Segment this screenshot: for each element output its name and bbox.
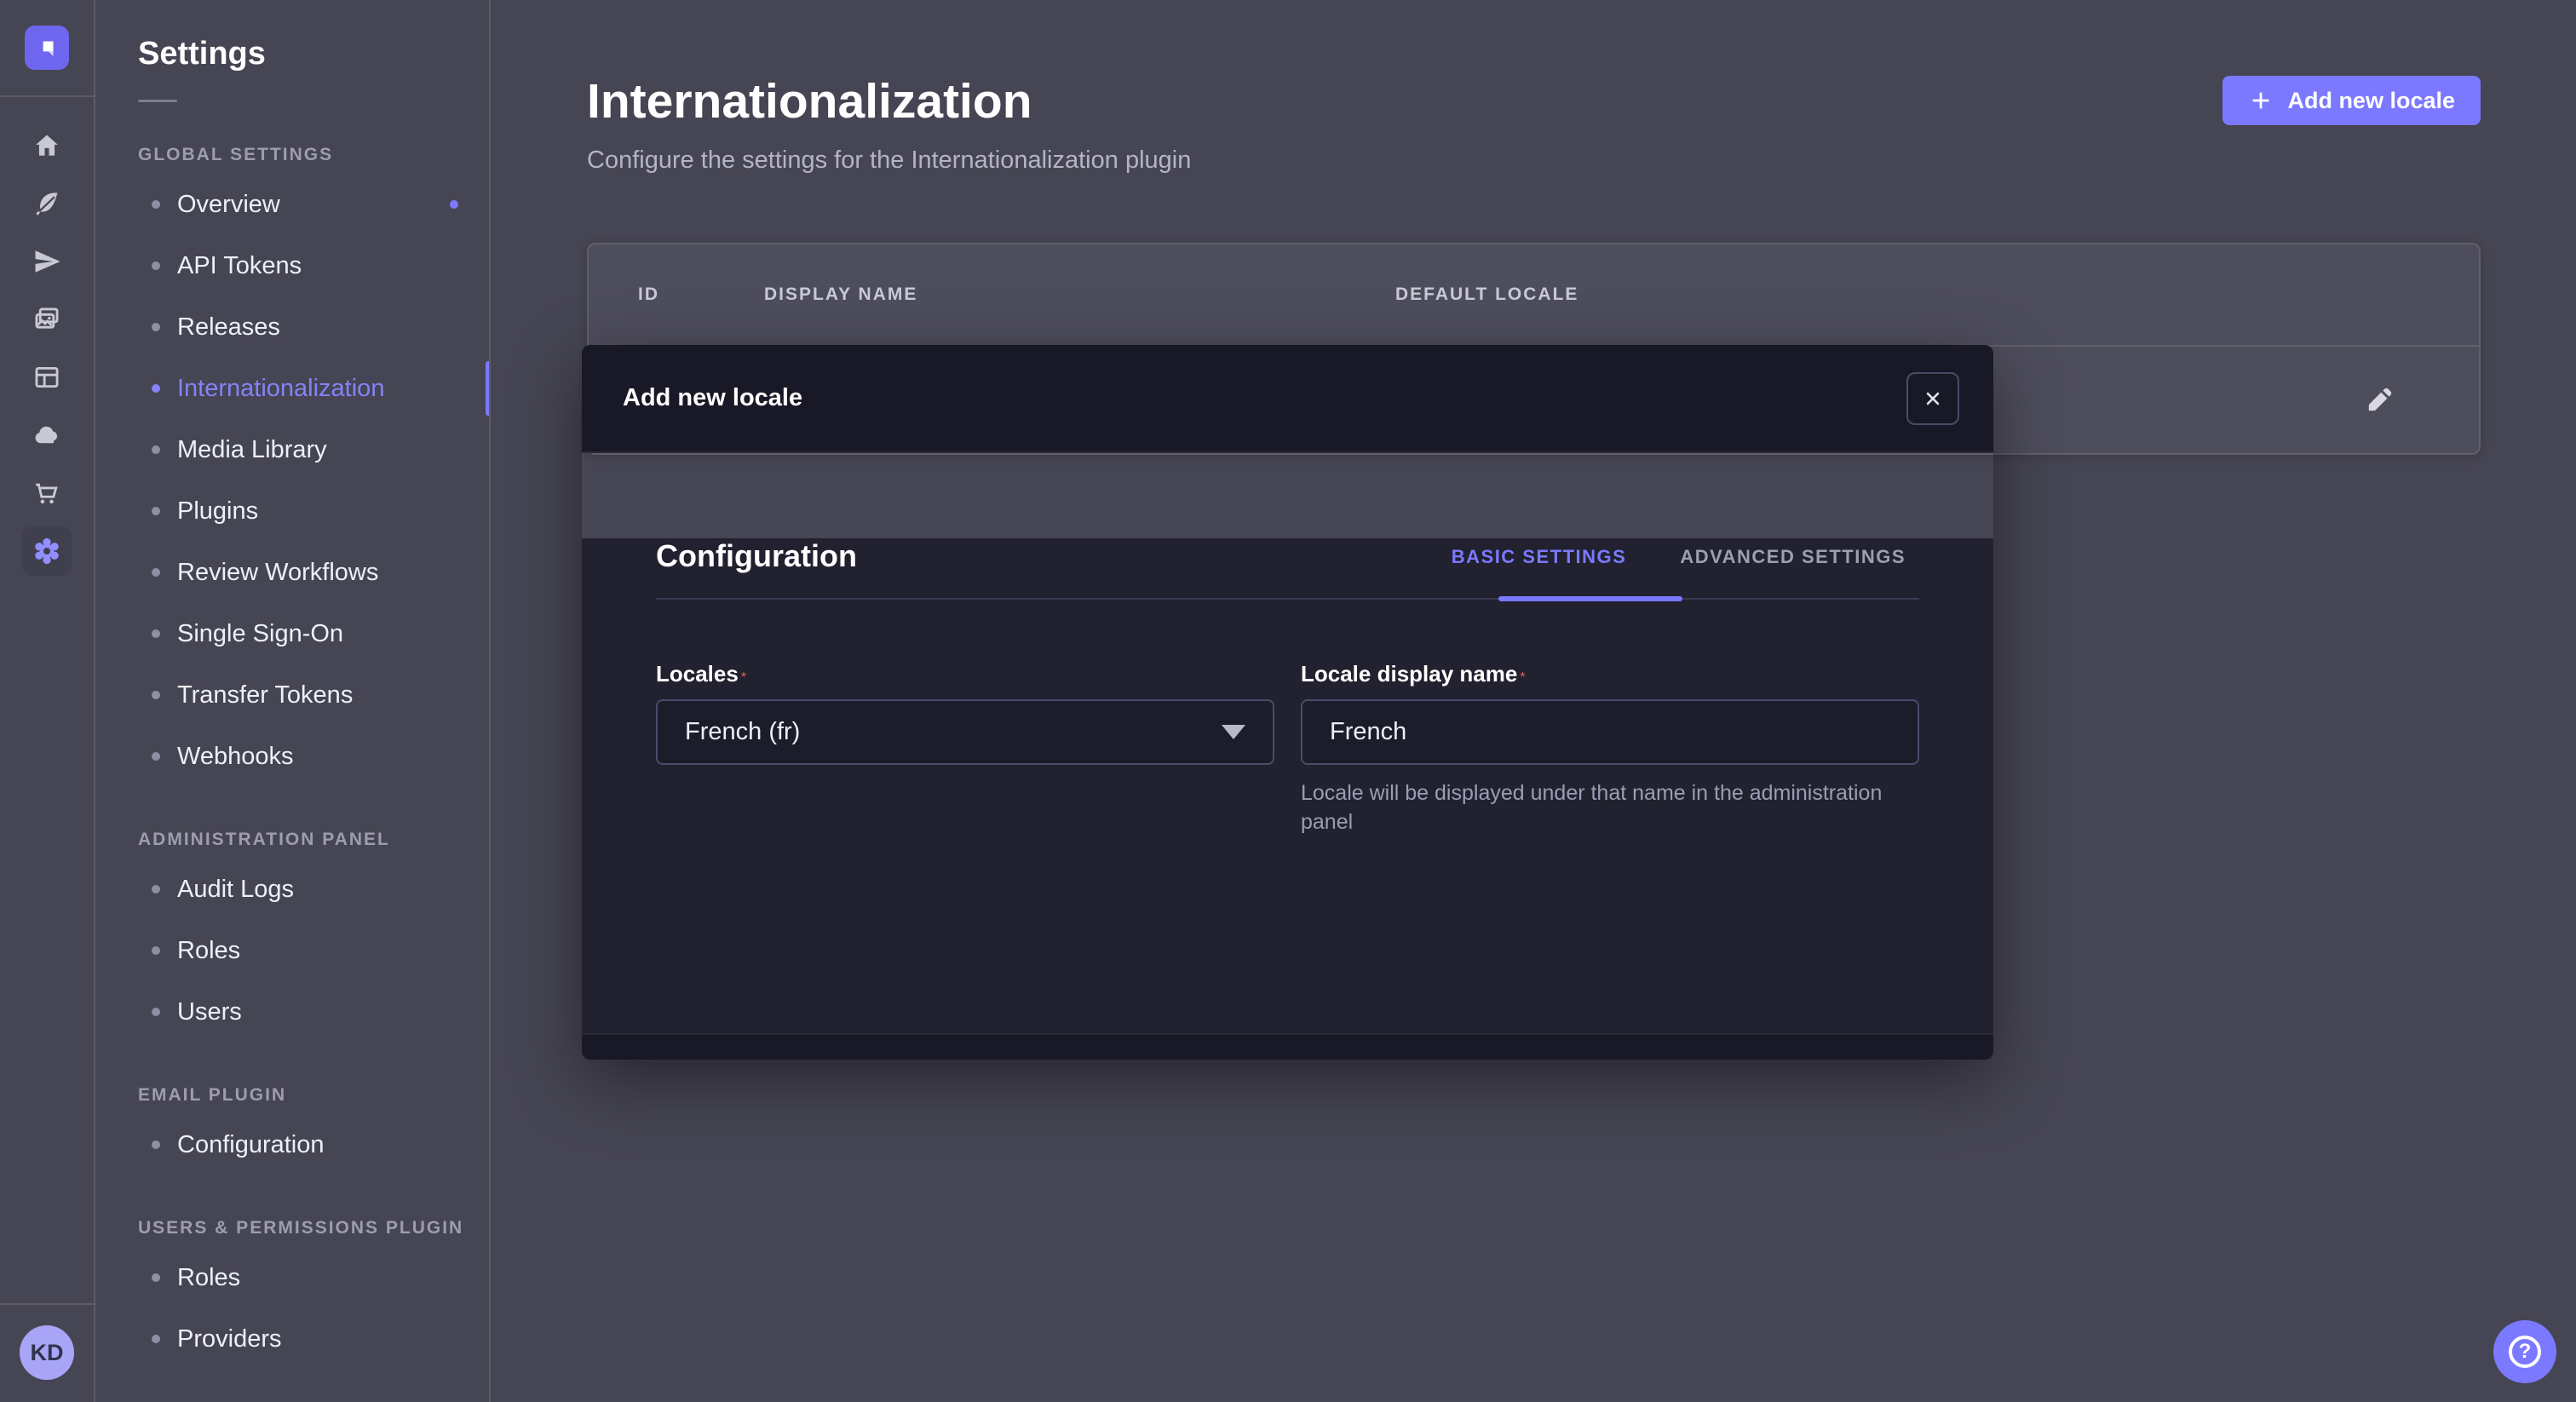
modal-body: Configuration BASIC SETTINGS ADVANCED SE… — [582, 538, 1993, 1033]
rail-user-section: KD — [0, 1303, 95, 1402]
bullet-icon — [152, 946, 160, 955]
bullet-icon — [152, 568, 160, 577]
section-global-settings: GLOBAL SETTINGS — [138, 145, 489, 165]
rail-nav — [22, 121, 72, 584]
display-name-hint: Locale will be displayed under that name… — [1301, 779, 1906, 836]
column-default-locale: DEFAULT LOCALE — [1395, 284, 2479, 305]
tab-basic-settings[interactable]: BASIC SETTINGS — [1438, 540, 1641, 574]
rail-divider — [0, 95, 95, 97]
sidebar-item-providers[interactable]: Providers — [97, 1308, 489, 1370]
bullet-icon — [152, 261, 160, 270]
configuration-title: Configuration — [656, 538, 857, 574]
settings-tabs: BASIC SETTINGS ADVANCED SETTINGS — [1438, 540, 1919, 574]
sidebar-item-review-workflows[interactable]: Review Workflows — [97, 542, 489, 603]
user-initials: KD — [31, 1340, 64, 1366]
sidebar-item-audit-logs[interactable]: Audit Logs — [97, 859, 489, 920]
locales-label: Locales — [656, 661, 739, 687]
bullet-icon — [152, 323, 160, 331]
paper-plane-icon[interactable] — [22, 237, 72, 286]
sidebar-item-email-configuration[interactable]: Configuration — [97, 1114, 489, 1175]
icon-rail: KD — [0, 0, 95, 1402]
bullet-icon — [152, 752, 160, 761]
sidebar-item-releases[interactable]: Releases — [97, 296, 489, 358]
strapi-logo-icon — [34, 35, 60, 60]
plus-icon — [2248, 88, 2274, 113]
chevron-down-icon — [1222, 725, 1245, 739]
pencil-icon[interactable] — [2365, 386, 2394, 415]
sidebar-item-single-sign-on[interactable]: Single Sign-On — [97, 603, 489, 664]
sidebar-item-users[interactable]: Users — [97, 981, 489, 1043]
cart-icon[interactable] — [22, 468, 72, 518]
media-library-icon[interactable] — [22, 295, 72, 344]
add-locale-modal: Add new locale Configuration BASIC SETTI… — [582, 345, 1993, 1060]
sidebar-item-plugins[interactable]: Plugins — [97, 480, 489, 542]
sidebar-item-media-library[interactable]: Media Library — [97, 419, 489, 480]
sidebar-item-admin-roles[interactable]: Roles — [97, 920, 489, 981]
sidebar-item-transfer-tokens[interactable]: Transfer Tokens — [97, 664, 489, 726]
gear-icon[interactable] — [22, 526, 72, 576]
column-display-name: DISPLAY NAME — [764, 284, 1395, 305]
required-mark: * — [741, 670, 746, 685]
bullet-icon — [152, 384, 160, 393]
active-tab-underline — [1498, 596, 1682, 601]
required-mark: * — [1520, 670, 1525, 685]
cloud-icon[interactable] — [22, 411, 72, 460]
feather-icon[interactable] — [22, 179, 72, 228]
user-avatar[interactable]: KD — [20, 1325, 74, 1380]
settings-sidebar: Settings GLOBAL SETTINGS Overview API To… — [97, 0, 491, 1402]
section-administration-panel: ADMINISTRATION PANEL — [138, 830, 489, 850]
strapi-logo[interactable] — [25, 26, 69, 70]
help-button[interactable]: ? — [2493, 1320, 2556, 1383]
sidebar-item-api-tokens[interactable]: API Tokens — [97, 235, 489, 296]
close-button[interactable] — [1906, 372, 1959, 425]
bullet-icon — [152, 885, 160, 893]
bullet-icon — [152, 445, 160, 454]
locales-select[interactable]: French (fr) — [656, 699, 1274, 765]
display-name-label: Locale display name — [1301, 661, 1517, 687]
column-id: ID — [589, 284, 764, 305]
display-name-input[interactable] — [1301, 699, 1919, 765]
bullet-icon — [152, 629, 160, 638]
bullet-icon — [152, 1273, 160, 1282]
home-icon[interactable] — [22, 121, 72, 170]
sidebar-item-internationalization[interactable]: Internationalization — [97, 358, 489, 419]
section-users-permissions-plugin: USERS & PERMISSIONS PLUGIN — [138, 1218, 489, 1238]
add-new-locale-label: Add new locale — [2287, 88, 2455, 114]
sidebar-item-up-roles[interactable]: Roles — [97, 1247, 489, 1308]
question-icon: ? — [2509, 1336, 2541, 1368]
tabs-divider — [656, 598, 1919, 600]
display-name-field: Locale display name* Locale will be disp… — [1301, 661, 1919, 836]
tab-advanced-settings[interactable]: ADVANCED SETTINGS — [1666, 540, 1919, 574]
locale-form: Locales* French (fr) Locale display name… — [656, 661, 1919, 836]
layout-icon[interactable] — [22, 353, 72, 402]
section-email-plugin: EMAIL PLUGIN — [138, 1085, 489, 1106]
table-header-row: ID DISPLAY NAME DEFAULT LOCALE — [589, 244, 2479, 347]
settings-sidebar-title: Settings — [138, 36, 489, 72]
bullet-icon — [152, 1141, 160, 1149]
modal-title: Add new locale — [623, 384, 802, 412]
bullet-icon — [152, 1335, 160, 1343]
settings-title-rule — [138, 100, 177, 102]
modal-header: Add new locale — [582, 345, 1993, 453]
bullet-icon — [152, 200, 160, 209]
sidebar-item-webhooks[interactable]: Webhooks — [97, 726, 489, 787]
bullet-icon — [152, 507, 160, 515]
locales-field: Locales* French (fr) — [656, 661, 1274, 836]
modal-footer: Cancel Save — [582, 1033, 1993, 1060]
notification-dot — [450, 200, 458, 209]
sidebar-item-overview[interactable]: Overview — [97, 174, 489, 235]
close-icon — [1922, 388, 1944, 410]
add-new-locale-button[interactable]: Add new locale — [2222, 76, 2481, 125]
bullet-icon — [152, 1008, 160, 1016]
page-subtitle: Configure the settings for the Internati… — [587, 147, 2576, 175]
locales-select-value: French (fr) — [685, 718, 800, 746]
bullet-icon — [152, 691, 160, 699]
